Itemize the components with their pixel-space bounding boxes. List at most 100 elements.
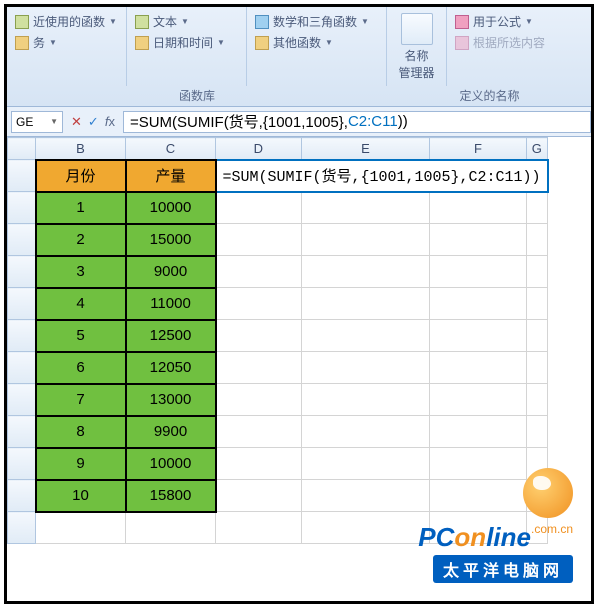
row-header-7[interactable] — [8, 352, 36, 384]
cell-E2[interactable] — [301, 192, 430, 224]
cell-E7[interactable] — [301, 352, 430, 384]
cell-B7[interactable]: 6 — [36, 352, 126, 384]
cell-F9[interactable] — [430, 416, 526, 448]
cell-C1[interactable]: 产量 — [126, 160, 216, 192]
cell-E6[interactable] — [301, 320, 430, 352]
cell-D3[interactable] — [216, 224, 302, 256]
cell-F3[interactable] — [430, 224, 526, 256]
cell-B1[interactable]: 月份 — [36, 160, 126, 192]
cell-G3[interactable] — [526, 224, 547, 256]
cell-D1-active[interactable]: =SUM(SUMIF(货号,{1001,1005},C2:C11)) — [216, 160, 548, 192]
cell-B8[interactable]: 7 — [36, 384, 126, 416]
cell-F4[interactable] — [430, 256, 526, 288]
ribbon-recent-functions[interactable]: 近使用的函数▼ — [15, 11, 118, 32]
cell-G6[interactable] — [526, 320, 547, 352]
cell-C9[interactable]: 9900 — [126, 416, 216, 448]
cell-F8[interactable] — [430, 384, 526, 416]
column-header-B[interactable]: B — [36, 138, 126, 160]
cell-E3[interactable] — [301, 224, 430, 256]
cell-C11[interactable]: 15800 — [126, 480, 216, 512]
theta-icon — [255, 15, 269, 29]
cancel-formula-button[interactable]: ✕ — [71, 114, 82, 130]
cell-D8[interactable] — [216, 384, 302, 416]
row-header-1[interactable] — [8, 160, 36, 192]
formula-bar-row: GE▼ ✕ ✓ fx =SUM(SUMIF(货号,{1001,1005},C2:… — [7, 107, 591, 137]
cell-D9[interactable] — [216, 416, 302, 448]
cell-F6[interactable] — [430, 320, 526, 352]
row-header-2[interactable] — [8, 192, 36, 224]
cell-C3[interactable]: 15000 — [126, 224, 216, 256]
column-header-E[interactable]: E — [301, 138, 430, 160]
cell-B5[interactable]: 4 — [36, 288, 126, 320]
ribbon-use-in-formula[interactable]: 用于公式▼ — [455, 11, 589, 32]
ribbon-item-2[interactable]: 务▼ — [15, 32, 118, 53]
row-header-9[interactable] — [8, 416, 36, 448]
column-header-F[interactable]: F — [430, 138, 526, 160]
ribbon-math-trig-functions[interactable]: 数学和三角函数▼ — [255, 11, 378, 32]
ribbon-date-time-functions[interactable]: 日期和时间▼ — [135, 32, 238, 53]
column-header-D[interactable]: D — [216, 138, 302, 160]
cell-E10[interactable] — [301, 448, 430, 480]
cell-G7[interactable] — [526, 352, 547, 384]
name-manager-button[interactable] — [401, 13, 433, 45]
cell-B4[interactable]: 3 — [36, 256, 126, 288]
cell-E11[interactable] — [301, 480, 430, 512]
cell-E4[interactable] — [301, 256, 430, 288]
cell-B10[interactable]: 9 — [36, 448, 126, 480]
cell-D2[interactable] — [216, 192, 302, 224]
cell-G4[interactable] — [526, 256, 547, 288]
globe-icon — [523, 468, 573, 518]
selection-icon — [455, 36, 469, 50]
cell-C8[interactable]: 13000 — [126, 384, 216, 416]
cell-D10[interactable] — [216, 448, 302, 480]
row-header-6[interactable] — [8, 320, 36, 352]
cell-D4[interactable] — [216, 256, 302, 288]
row-header-5[interactable] — [8, 288, 36, 320]
ribbon-text-functions[interactable]: 文本▼ — [135, 11, 238, 32]
cell-C4[interactable]: 9000 — [126, 256, 216, 288]
chevron-down-icon: ▼ — [181, 17, 189, 26]
cell-B6[interactable]: 5 — [36, 320, 126, 352]
row-header-3[interactable] — [8, 224, 36, 256]
cell-C6[interactable]: 12500 — [126, 320, 216, 352]
cell-D5[interactable] — [216, 288, 302, 320]
row-header-4[interactable] — [8, 256, 36, 288]
accept-formula-button[interactable]: ✓ — [88, 114, 99, 130]
name-box[interactable]: GE▼ — [11, 111, 63, 133]
cell-D11[interactable] — [216, 480, 302, 512]
cell-C5[interactable]: 11000 — [126, 288, 216, 320]
ribbon-more-functions[interactable]: 其他函数▼ — [255, 32, 378, 53]
cell-B11[interactable]: 10 — [36, 480, 126, 512]
cell-C10[interactable]: 10000 — [126, 448, 216, 480]
column-header-G[interactable]: G — [526, 138, 547, 160]
cell-G8[interactable] — [526, 384, 547, 416]
cell-F5[interactable] — [430, 288, 526, 320]
cell-F2[interactable] — [430, 192, 526, 224]
cell-G5[interactable] — [526, 288, 547, 320]
cell-B3[interactable]: 2 — [36, 224, 126, 256]
cell-C2[interactable]: 10000 — [126, 192, 216, 224]
cell-E9[interactable] — [301, 416, 430, 448]
cell-B2[interactable]: 1 — [36, 192, 126, 224]
row-header-12[interactable] — [8, 512, 36, 544]
cell-B9[interactable]: 8 — [36, 416, 126, 448]
row-header-11[interactable] — [8, 480, 36, 512]
cell-E5[interactable] — [301, 288, 430, 320]
cell-G2[interactable] — [526, 192, 547, 224]
ribbon: 近使用的函数▼ 务▼ 文本▼ 日期和时间▼ 数学和三角函数▼ 其他函数▼ 名称管… — [7, 7, 591, 107]
insert-function-button[interactable]: fx — [105, 114, 115, 130]
cell-D6[interactable] — [216, 320, 302, 352]
cell-C7[interactable]: 12050 — [126, 352, 216, 384]
cell-E8[interactable] — [301, 384, 430, 416]
cell-G9[interactable] — [526, 416, 547, 448]
formula-bar[interactable]: =SUM(SUMIF(货号,{1001,1005},C2:C11)) — [123, 111, 591, 133]
chevron-down-icon[interactable]: ▼ — [50, 117, 58, 126]
row-header-10[interactable] — [8, 448, 36, 480]
cell-F7[interactable] — [430, 352, 526, 384]
cell-D7[interactable] — [216, 352, 302, 384]
select-all-corner[interactable] — [8, 138, 36, 160]
column-header-C[interactable]: C — [126, 138, 216, 160]
row-header-8[interactable] — [8, 384, 36, 416]
text-icon — [135, 15, 149, 29]
ribbon-create-from-selection[interactable]: 根据所选内容 — [455, 32, 589, 53]
